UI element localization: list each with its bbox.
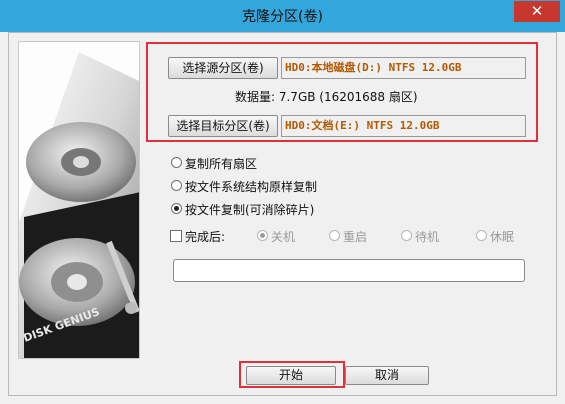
path-text-field[interactable] — [173, 259, 525, 282]
after-radio-shutdown[interactable] — [257, 230, 268, 241]
after-radio-hibernate[interactable] — [476, 230, 487, 241]
window-title: 克隆分区(卷) — [242, 9, 323, 25]
after-radio-restart[interactable] — [329, 230, 340, 241]
copy-mode-label-all-sectors: 复制所有扇区 — [185, 157, 258, 171]
data-size-label: 数据量: 7.7GB (16201688 扇区) — [235, 90, 418, 104]
copy-mode-radio-by-file[interactable] — [171, 203, 182, 214]
copy-mode-label-filesystem: 按文件系统结构原样复制 — [185, 180, 318, 194]
after-radio-standby[interactable] — [401, 230, 412, 241]
after-label-shutdown: 关机 — [271, 230, 296, 244]
copy-mode-radio-filesystem[interactable] — [171, 180, 182, 191]
copy-mode-radio-all-sectors[interactable] — [171, 157, 182, 168]
select-target-partition-button[interactable]: 选择目标分区(卷) — [168, 115, 278, 137]
after-label-hibernate: 休眠 — [490, 230, 515, 244]
clone-partition-dialog: 克隆分区(卷) ✕ DISK GENIUS 选择源分区(卷) HD0:本地磁盘(… — [0, 0, 565, 404]
source-partition-field: HD0:本地磁盘(D:) NTFS 12.0GB — [281, 57, 526, 79]
dialog-body: DISK GENIUS 选择源分区(卷) HD0:本地磁盘(D:) NTFS 1… — [8, 32, 557, 396]
hard-disk-icon: DISK GENIUS — [19, 42, 139, 358]
title-bar: 克隆分区(卷) ✕ — [0, 0, 565, 32]
copy-mode-label-by-file: 按文件复制(可消除碎片) — [185, 203, 315, 217]
target-partition-field: HD0:文档(E:) NTFS 12.0GB — [281, 115, 526, 137]
after-completion-label: 完成后: — [185, 230, 226, 244]
disk-genius-illustration: DISK GENIUS — [18, 41, 140, 359]
after-completion-checkbox[interactable] — [170, 230, 182, 242]
cancel-button[interactable]: 取消 — [345, 366, 429, 385]
after-label-standby: 待机 — [415, 230, 440, 244]
start-button[interactable]: 开始 — [246, 366, 336, 385]
close-button[interactable]: ✕ — [514, 1, 560, 22]
after-label-restart: 重启 — [343, 230, 368, 244]
select-source-partition-button[interactable]: 选择源分区(卷) — [168, 57, 278, 79]
close-icon: ✕ — [530, 2, 544, 20]
